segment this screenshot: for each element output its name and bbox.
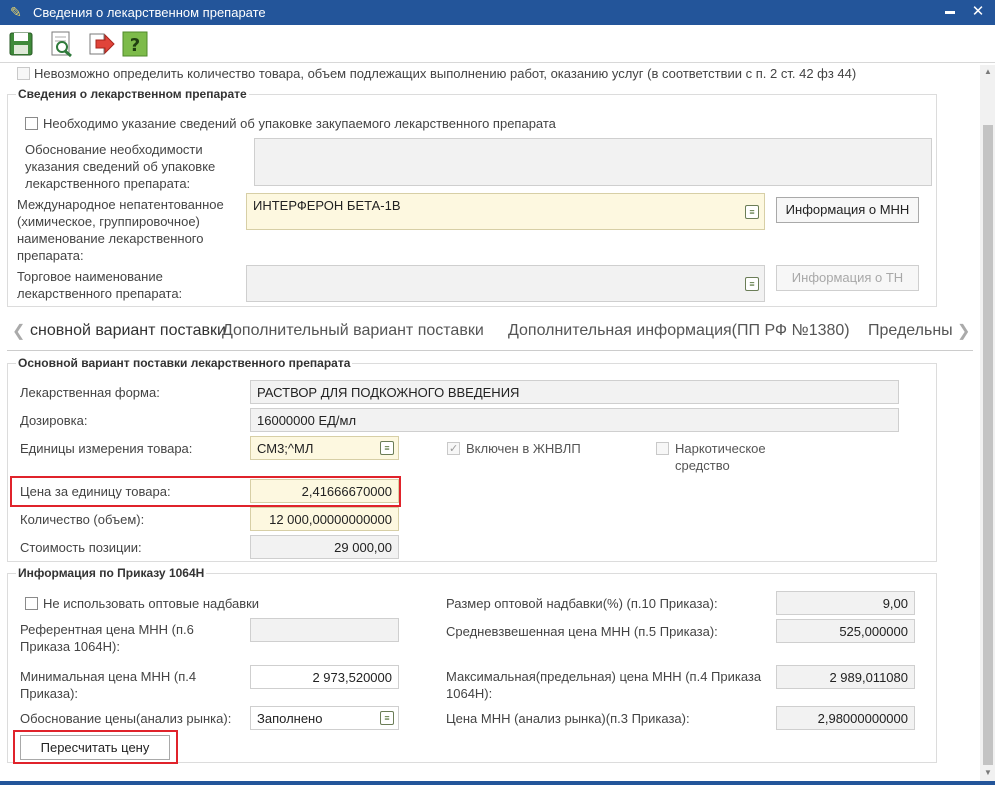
tab-limits[interactable]: Предельны xyxy=(868,322,952,340)
price-label: Цена за единицу товара: xyxy=(20,484,171,499)
edit-pencil-icon: ✎ xyxy=(10,4,22,20)
form-label: Лекарственная форма: xyxy=(20,385,160,400)
svg-text:?: ? xyxy=(130,35,140,56)
save-icon[interactable] xyxy=(6,29,36,59)
weighted-price-field[interactable]: 525,000000 xyxy=(776,619,915,643)
form-field[interactable]: РАСТВОР ДЛЯ ПОДКОЖНОГО ВВЕДЕНИЯ xyxy=(250,380,899,404)
cost-label: Стоимость позиции: xyxy=(20,540,142,555)
units-label: Единицы измерения товара: xyxy=(20,441,193,456)
min-price-label: Минимальная цена МНН (п.4 Приказа): xyxy=(20,669,197,701)
qty-field[interactable]: 12 000,00000000000 xyxy=(250,507,399,531)
preview-icon[interactable] xyxy=(46,29,76,59)
zhnvlp-label: Включен в ЖНВЛП xyxy=(466,441,581,456)
price-reason-label: Обоснование цены(анализ рынка): xyxy=(20,711,232,726)
dosage-label: Дозировка: xyxy=(20,413,88,428)
tab-main-variant[interactable]: сновной вариант поставки xyxy=(30,322,226,340)
tab-additional-variant[interactable]: Дополнительный вариант поставки xyxy=(222,322,484,340)
wholesale-markup-label: Размер оптовой надбавки(%) (п.10 Приказа… xyxy=(446,596,718,611)
recalc-price-button[interactable]: Пересчитать цену xyxy=(20,735,170,760)
drug-info-legend: Сведения о лекарственном препарате xyxy=(16,87,249,101)
units-lookup-icon[interactable]: ≡ xyxy=(380,441,394,455)
min-price-field[interactable]: 2 973,520000 xyxy=(250,665,399,689)
help-icon[interactable]: ? xyxy=(120,29,150,59)
packaging-reason-label: Обоснование необходимости указания сведе… xyxy=(25,142,216,191)
minimize-button[interactable]: ▬ xyxy=(940,2,960,22)
packaging-checkbox-label: Необходимо указание сведений об упаковке… xyxy=(43,116,556,131)
price-field[interactable]: 2,41666670000 xyxy=(250,479,399,503)
scrollbar-thumb[interactable] xyxy=(983,125,993,765)
price-reason-lookup-icon[interactable]: ≡ xyxy=(380,711,394,725)
mnn-lookup-icon[interactable]: ≡ xyxy=(745,205,759,219)
window-bottom-border xyxy=(0,781,995,785)
scroll-down-icon[interactable]: ▼ xyxy=(983,768,993,778)
qty-label: Количество (объем): xyxy=(20,512,145,527)
narcotic-checkbox[interactable] xyxy=(656,442,669,455)
tab-additional-info[interactable]: Дополнительная информация(ПП РФ №1380) xyxy=(508,322,850,340)
max-price-label: Максимальная(предельная) цена МНН (п.4 П… xyxy=(446,669,762,701)
units-field[interactable]: СМ3;^МЛ xyxy=(250,436,399,460)
narcotic-label-line2: средство xyxy=(675,458,730,473)
wholesale-markup-field[interactable]: 9,00 xyxy=(776,591,915,615)
mnn-label: Международное непатентованное (химическо… xyxy=(17,197,224,263)
ref-price-label: Референтная цена МНН (п.6 Приказа 1064Н)… xyxy=(20,622,194,654)
mnn-field[interactable]: ИНТЕРФЕРОН БЕТА-1B xyxy=(246,193,765,230)
ref-price-field[interactable] xyxy=(250,618,399,642)
tn-info-button[interactable]: Информация о ТН xyxy=(776,265,919,291)
undetermined-quantity-label: Невозможно определить количество товара,… xyxy=(34,66,857,81)
tab-scroll-left-icon[interactable]: ❮ xyxy=(12,321,25,341)
no-wholesale-label: Не использовать оптовые надбавки xyxy=(43,596,260,611)
dosage-field[interactable]: 16000000 ЕД/мл xyxy=(250,408,899,432)
undetermined-quantity-checkbox[interactable] xyxy=(17,67,30,80)
export-icon[interactable] xyxy=(86,29,116,59)
narcotic-label-line1: Наркотическое xyxy=(675,441,766,456)
packaging-reason-field[interactable] xyxy=(254,138,932,186)
no-wholesale-checkbox[interactable] xyxy=(25,597,38,610)
market-price-field[interactable]: 2,98000000000 xyxy=(776,706,915,730)
price-reason-field[interactable]: Заполнено xyxy=(250,706,399,730)
weighted-price-label: Средневзвешенная цена МНН (п.5 Приказа): xyxy=(446,624,718,639)
trade-name-field[interactable] xyxy=(246,265,765,302)
main-variant-legend: Основной вариант поставки лекарственного… xyxy=(16,356,353,370)
trade-name-lookup-icon[interactable]: ≡ xyxy=(745,277,759,291)
trade-name-label: Торговое наименование лекарственного пре… xyxy=(17,269,183,301)
close-button[interactable]: ✕ xyxy=(968,2,988,22)
cost-field[interactable]: 29 000,00 xyxy=(250,535,399,559)
packaging-checkbox[interactable] xyxy=(25,117,38,130)
mnn-info-button[interactable]: Информация о МНН xyxy=(776,197,919,223)
tab-scroll-right-icon[interactable]: ❯ xyxy=(957,321,970,341)
max-price-field[interactable]: 2 989,011080 xyxy=(776,665,915,689)
market-price-label: Цена МНН (анализ рынка)(п.3 Приказа): xyxy=(446,711,690,726)
window-title: Сведения о лекарственном препарате xyxy=(33,5,266,20)
vertical-scrollbar[interactable]: ▲ ▼ xyxy=(980,65,995,781)
zhnvlp-checkbox[interactable]: ✓ xyxy=(447,442,460,455)
window-titlebar: ✎ Сведения о лекарственном препарате ▬ ✕ xyxy=(0,0,995,25)
order-1064-legend: Информация по Приказу 1064Н xyxy=(16,566,207,580)
toolbar: ? xyxy=(0,25,995,63)
scroll-up-icon[interactable]: ▲ xyxy=(983,67,993,77)
